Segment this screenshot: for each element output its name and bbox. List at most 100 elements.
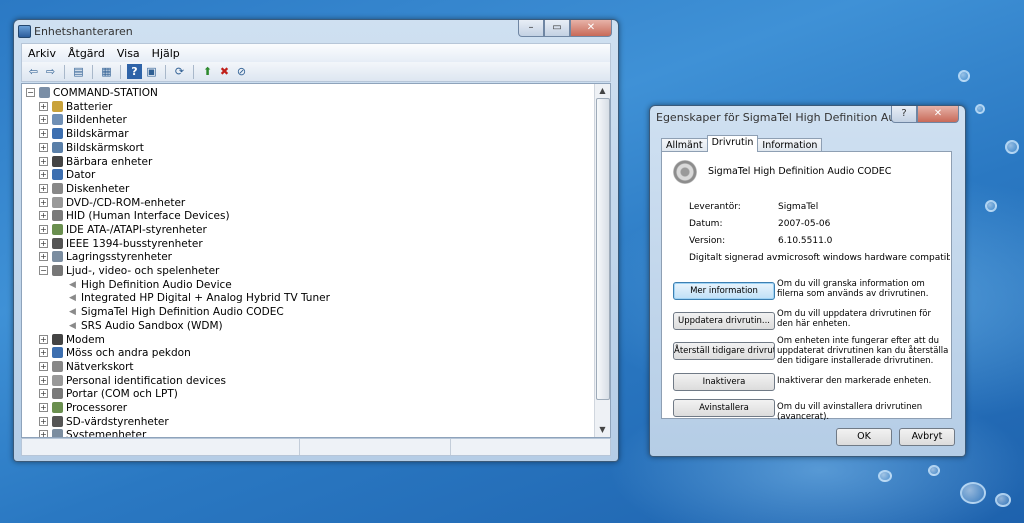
tree-child-item[interactable]: ◀ SRS Audio Sandbox (WDM): [67, 319, 223, 332]
tree-category-item[interactable]: + Personal identification devices: [39, 374, 226, 387]
uninstall-icon[interactable]: ✖: [217, 64, 232, 79]
expand-icon[interactable]: +: [39, 252, 48, 261]
tree-category-item[interactable]: + SD-värdstyrenheter: [39, 415, 169, 428]
expand-icon[interactable]: +: [39, 239, 48, 248]
expand-icon[interactable]: +: [39, 143, 48, 152]
tree-item-label: Systemenheter: [66, 428, 147, 438]
date-value: 2007-05-06: [778, 219, 831, 229]
tree-category-item[interactable]: + Processorer: [39, 401, 127, 414]
rollback-driver-description: Om enheten inte fungerar efter att du up…: [777, 336, 949, 366]
tree-category-item[interactable]: − Ljud-, video- och spelenheter: [39, 264, 219, 277]
back-icon[interactable]: ⇦: [26, 64, 41, 79]
collapse-icon[interactable]: −: [26, 88, 35, 97]
tree-category-item[interactable]: + Portar (COM och LPT): [39, 387, 178, 400]
cancel-button[interactable]: Avbryt: [899, 428, 955, 446]
device-category-icon: [52, 334, 63, 345]
close-button[interactable]: ✕: [570, 20, 612, 37]
expand-icon[interactable]: +: [39, 198, 48, 207]
menu-visa[interactable]: Visa: [111, 47, 146, 60]
rollback-driver-button[interactable]: Återställ tidigare drivrutin: [673, 342, 775, 360]
tree-item-label: Nätverkskort: [66, 360, 134, 373]
tree-category-item[interactable]: + Bärbara enheter: [39, 155, 152, 168]
expand-icon[interactable]: +: [39, 362, 48, 371]
scroll-down-icon[interactable]: ▼: [595, 423, 610, 437]
tree-category-item[interactable]: + Lagringsstyrenheter: [39, 250, 172, 263]
update-driver-button[interactable]: Uppdatera drivrutin...: [673, 312, 775, 330]
uninstall-button[interactable]: Avinstallera: [673, 399, 775, 417]
vertical-scrollbar[interactable]: ▲ ▼: [594, 84, 610, 437]
expand-icon[interactable]: +: [39, 170, 48, 179]
tree-category-item[interactable]: + Batterier: [39, 100, 112, 113]
expand-icon[interactable]: +: [39, 335, 48, 344]
tree-category-item[interactable]: + HID (Human Interface Devices): [39, 209, 230, 222]
scan-hardware-icon[interactable]: ▣: [144, 64, 159, 79]
expand-icon[interactable]: +: [39, 102, 48, 111]
tree-item-label: Personal identification devices: [66, 374, 226, 387]
tree-category-item[interactable]: + Modem: [39, 333, 105, 346]
tab-drivrutin[interactable]: Drivrutin: [706, 135, 759, 152]
dialog-title-bar[interactable]: Egenskaper för SigmaTel High Definition …: [650, 106, 965, 128]
tree-child-item[interactable]: ◀ SigmaTel High Definition Audio CODEC: [67, 305, 284, 318]
help-button[interactable]: ?: [891, 106, 917, 123]
date-label: Datum:: [689, 219, 723, 229]
tree-category-item[interactable]: + Diskenheter: [39, 182, 129, 195]
tree-category-item[interactable]: + IEEE 1394-busstyrenheter: [39, 237, 203, 250]
device-tree[interactable]: − COMMAND-STATION + Batterier + Bildenheter…: [21, 83, 611, 438]
tree-root[interactable]: − COMMAND-STATION: [26, 86, 158, 99]
ok-button[interactable]: OK: [836, 428, 892, 446]
expand-icon[interactable]: +: [39, 430, 48, 437]
tree-category-item[interactable]: + IDE ATA-/ATAPI-styrenheter: [39, 223, 207, 236]
status-cell: [22, 439, 301, 455]
menu-atgard[interactable]: Åtgärd: [62, 47, 111, 60]
expand-icon[interactable]: +: [39, 157, 48, 166]
title-bar[interactable]: Enhetshanteraren – ▭ ✕: [14, 20, 618, 42]
expand-icon[interactable]: +: [39, 348, 48, 357]
tree-category-item[interactable]: + Bildenheter: [39, 113, 127, 126]
tab-information[interactable]: Information: [757, 138, 823, 152]
tab-allmant[interactable]: Allmänt: [661, 138, 708, 152]
maximize-button[interactable]: ▭: [544, 20, 570, 37]
upgrade-icon[interactable]: ⬆: [200, 64, 215, 79]
collapse-icon[interactable]: −: [39, 266, 48, 275]
properties-icon[interactable]: ▦: [99, 64, 114, 79]
tree-item-label: Bildskärmar: [66, 127, 129, 140]
tree-category-item[interactable]: + Bildskärmskort: [39, 141, 144, 154]
menu-hjalp[interactable]: Hjälp: [146, 47, 186, 60]
expand-icon[interactable]: +: [39, 115, 48, 124]
dialog-close-button[interactable]: ✕: [917, 106, 959, 123]
minimize-button[interactable]: –: [518, 20, 544, 37]
tree-category-item[interactable]: + Systemenheter: [39, 428, 147, 438]
scroll-thumb[interactable]: [596, 98, 610, 400]
driver-details-button[interactable]: Mer information: [673, 282, 775, 300]
properties-dialog[interactable]: Egenskaper för SigmaTel High Definition …: [649, 105, 966, 457]
tree-category-item[interactable]: + Bildskärmar: [39, 127, 129, 140]
uninstall-description: Om du vill avinstallera drivrutinen (ava…: [777, 402, 923, 422]
expand-icon[interactable]: +: [39, 417, 48, 426]
tree-item-label: SRS Audio Sandbox (WDM): [81, 319, 223, 332]
disable-button[interactable]: Inaktivera: [673, 373, 775, 391]
scroll-up-icon[interactable]: ▲: [595, 84, 610, 98]
tree-category-item[interactable]: + Nätverkskort: [39, 360, 134, 373]
show-hide-tree-icon[interactable]: ▤: [71, 64, 86, 79]
expand-icon[interactable]: +: [39, 129, 48, 138]
tree-item-label: High Definition Audio Device: [81, 278, 232, 291]
tree-child-item[interactable]: ◀ Integrated HP Digital + Analog Hybrid T…: [67, 291, 330, 304]
update-driver-icon[interactable]: ⟳: [172, 64, 187, 79]
device-manager-window[interactable]: Enhetshanteraren – ▭ ✕ Arkiv Åtgärd Visa…: [13, 19, 619, 462]
expand-icon[interactable]: +: [39, 389, 48, 398]
expand-icon[interactable]: +: [39, 225, 48, 234]
expand-icon[interactable]: +: [39, 403, 48, 412]
expand-icon[interactable]: +: [39, 184, 48, 193]
device-category-icon: [52, 347, 63, 358]
help-icon[interactable]: ?: [127, 64, 142, 79]
expand-icon[interactable]: +: [39, 211, 48, 220]
tree-child-item[interactable]: ◀ High Definition Audio Device: [67, 278, 232, 291]
menu-arkiv[interactable]: Arkiv: [22, 47, 62, 60]
tree-category-item[interactable]: + Dator: [39, 168, 95, 181]
expand-icon[interactable]: +: [39, 376, 48, 385]
tree-category-item[interactable]: + DVD-/CD-ROM-enheter: [39, 196, 185, 209]
forward-icon[interactable]: ⇨: [43, 64, 58, 79]
tree-category-item[interactable]: + Möss och andra pekdon: [39, 346, 191, 359]
disable-icon[interactable]: ⊘: [234, 64, 249, 79]
caption-buttons: – ▭ ✕: [518, 20, 612, 38]
